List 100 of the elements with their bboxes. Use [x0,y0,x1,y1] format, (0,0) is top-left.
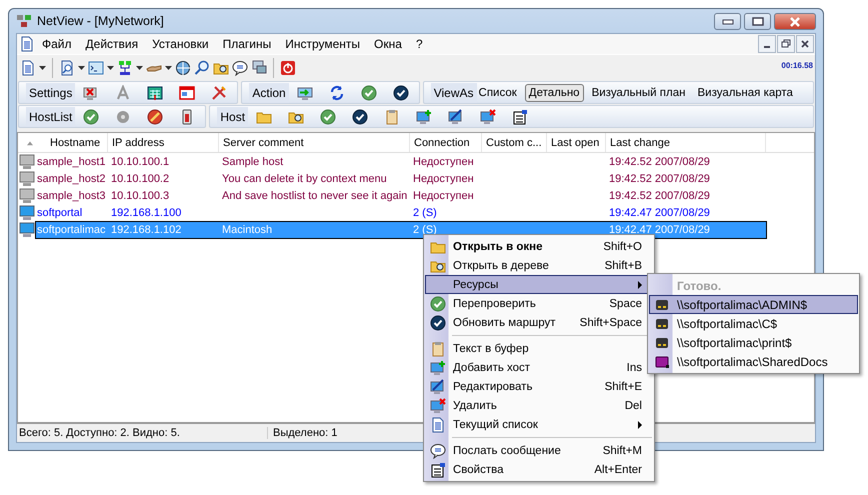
table-cell: 10.10.100.1 [111,156,170,168]
menu-item[interactable]: Действия [78,37,146,51]
menu-item[interactable]: Текущий список [425,415,653,434]
table-cell: You can delete it by context menu [222,172,387,184]
globe-icon[interactable] [175,60,191,76]
menu-item[interactable]: Редактировать Shift+E [425,377,653,396]
column-header[interactable]: Custom c... [486,136,542,148]
caret-icon[interactable] [78,66,85,70]
table-cell: Недоступен [413,190,474,202]
monitor-icon [19,222,35,238]
maximize-button[interactable] [744,13,771,30]
column-header[interactable]: Last open [551,136,600,148]
properties-icon[interactable] [512,108,528,124]
window-icon[interactable] [179,84,196,100]
monitor-pen-icon [430,378,446,394]
menu-item[interactable]: Инструменты [278,37,368,51]
computers-icon[interactable] [251,60,267,76]
maximize-icon [752,17,764,26]
minimize-button[interactable] [714,13,741,30]
menu-item[interactable]: \\softportalimac\C$ [649,314,858,333]
minimize-icon [764,46,770,48]
window-title: NetView - [MyNetwork] [37,14,165,28]
table-cell: Недоступен [413,172,474,184]
clipboard-icon[interactable] [384,108,400,124]
check-icon[interactable] [320,108,336,124]
menu-item[interactable]: Установки [145,37,216,51]
menu-item[interactable]: Послать сообщение Shift+M [425,441,653,460]
table-cell: 10.10.100.2 [111,172,170,184]
clipboard-icon [430,340,446,356]
table-cell: 10.10.100.3 [111,190,170,202]
check-icon[interactable] [360,84,377,100]
toolbar-label: ViewAs [430,82,477,102]
table-row[interactable]: sample_host2 10.10.100.2 You can delete it by context menu Недоступен 19:42.52 2007/08/29 [35,170,767,188]
menu-item[interactable]: ? [408,37,430,51]
status-text: Всего: 5. Доступно: 2. Видно: 5. [17,427,268,439]
monitor-add-icon[interactable] [416,108,432,124]
network-icon[interactable] [117,60,133,76]
check-icon[interactable] [352,108,368,124]
monitor-delete-icon[interactable] [480,108,496,124]
menu-item[interactable]: \\softportalimac\SharedDocs [649,352,858,371]
table-cell: 192.168.1.100 [111,206,182,218]
view-option[interactable]: Детально [524,84,584,102]
speech-bubble-icon[interactable] [232,60,248,76]
menu-item[interactable]: Плагины [216,37,278,51]
view-option[interactable]: Визуальный план [588,84,690,102]
column-header[interactable]: IP address [112,136,164,148]
monitor-delete-icon[interactable] [83,84,100,100]
submenu-arrow-icon [638,280,642,288]
document-icon[interactable] [19,36,35,52]
check-icon [430,296,446,312]
document-icon[interactable] [20,60,36,76]
table-cell: 192.168.1.102 [111,224,182,236]
table-row[interactable]: softportal 192.168.1.100 2 (S) 19:42.47 2007/08/29 [35,204,767,222]
caret-icon[interactable] [165,66,172,70]
menu-item[interactable]: Открыть в окне Shift+O [425,237,653,256]
menu-item[interactable]: Удалить Del [425,396,653,415]
toolbar-label: Settings [26,82,76,102]
terminal-icon[interactable] [88,60,104,76]
power-icon[interactable] [280,60,296,76]
monitor-arrow-icon[interactable] [296,84,313,100]
column-header[interactable]: Connection [414,136,470,148]
menu-item[interactable]: Открыть в дереве Shift+B [425,256,653,275]
table-row[interactable]: sample_host1 10.10.100.1 Sample host Недоступен 19:42.52 2007/08/29 [35,152,767,170]
column-header[interactable]: Hostname [50,136,100,148]
caret-icon[interactable] [39,66,46,70]
tools-icon[interactable] [211,84,228,100]
table-row[interactable]: sample_host3 10.10.100.3 And save hostlist to never see it again Недоступен 19:42.52 2007/08/29 [35,186,767,204]
toolbar-label: Action [249,82,289,102]
close-button[interactable] [774,13,816,30]
check-icon[interactable] [392,84,409,100]
search-icon[interactable] [194,60,210,76]
menu-item[interactable]: \\softportalimac\print$ [649,333,858,352]
refresh-icon[interactable] [328,84,345,100]
column-header[interactable]: Last change [610,136,670,148]
mdi-restore-button[interactable] [777,35,795,53]
mdi-close-button[interactable] [796,35,814,53]
grid-window-icon[interactable] [147,84,164,100]
menu-item[interactable]: \\softportalimac\ADMIN$ [649,295,858,314]
document-search-icon[interactable] [59,60,75,76]
menu-item[interactable]: Окна [367,37,409,51]
mdi-minimize-button[interactable] [758,35,776,53]
properties-icon [430,462,446,478]
table-cell: sample_host2 [37,172,106,184]
table-cell: 2 (S) [413,206,437,218]
caret-icon[interactable] [136,66,143,70]
monitor-pen-icon[interactable] [448,108,464,124]
view-option[interactable]: Список [474,84,521,102]
menu-item[interactable]: Файл [35,37,79,51]
caret-icon[interactable] [107,66,114,70]
status-text: Выделено: 1 [272,427,338,439]
column-header[interactable]: Server comment [223,136,304,148]
font-icon[interactable] [115,84,132,100]
toolbar-label: Host [217,106,248,126]
view-option[interactable]: Визуальная карта [693,84,797,102]
check-icon[interactable] [83,108,100,124]
table-cell: 19:42.52 2007/08/29 [609,172,710,184]
table-cell: 19:42.52 2007/08/29 [609,190,710,202]
menu-item[interactable]: Свойства Alt+Enter [425,460,653,479]
toolbar-label: HostList [26,106,76,126]
timer-text: 00:16.58 [781,61,813,70]
